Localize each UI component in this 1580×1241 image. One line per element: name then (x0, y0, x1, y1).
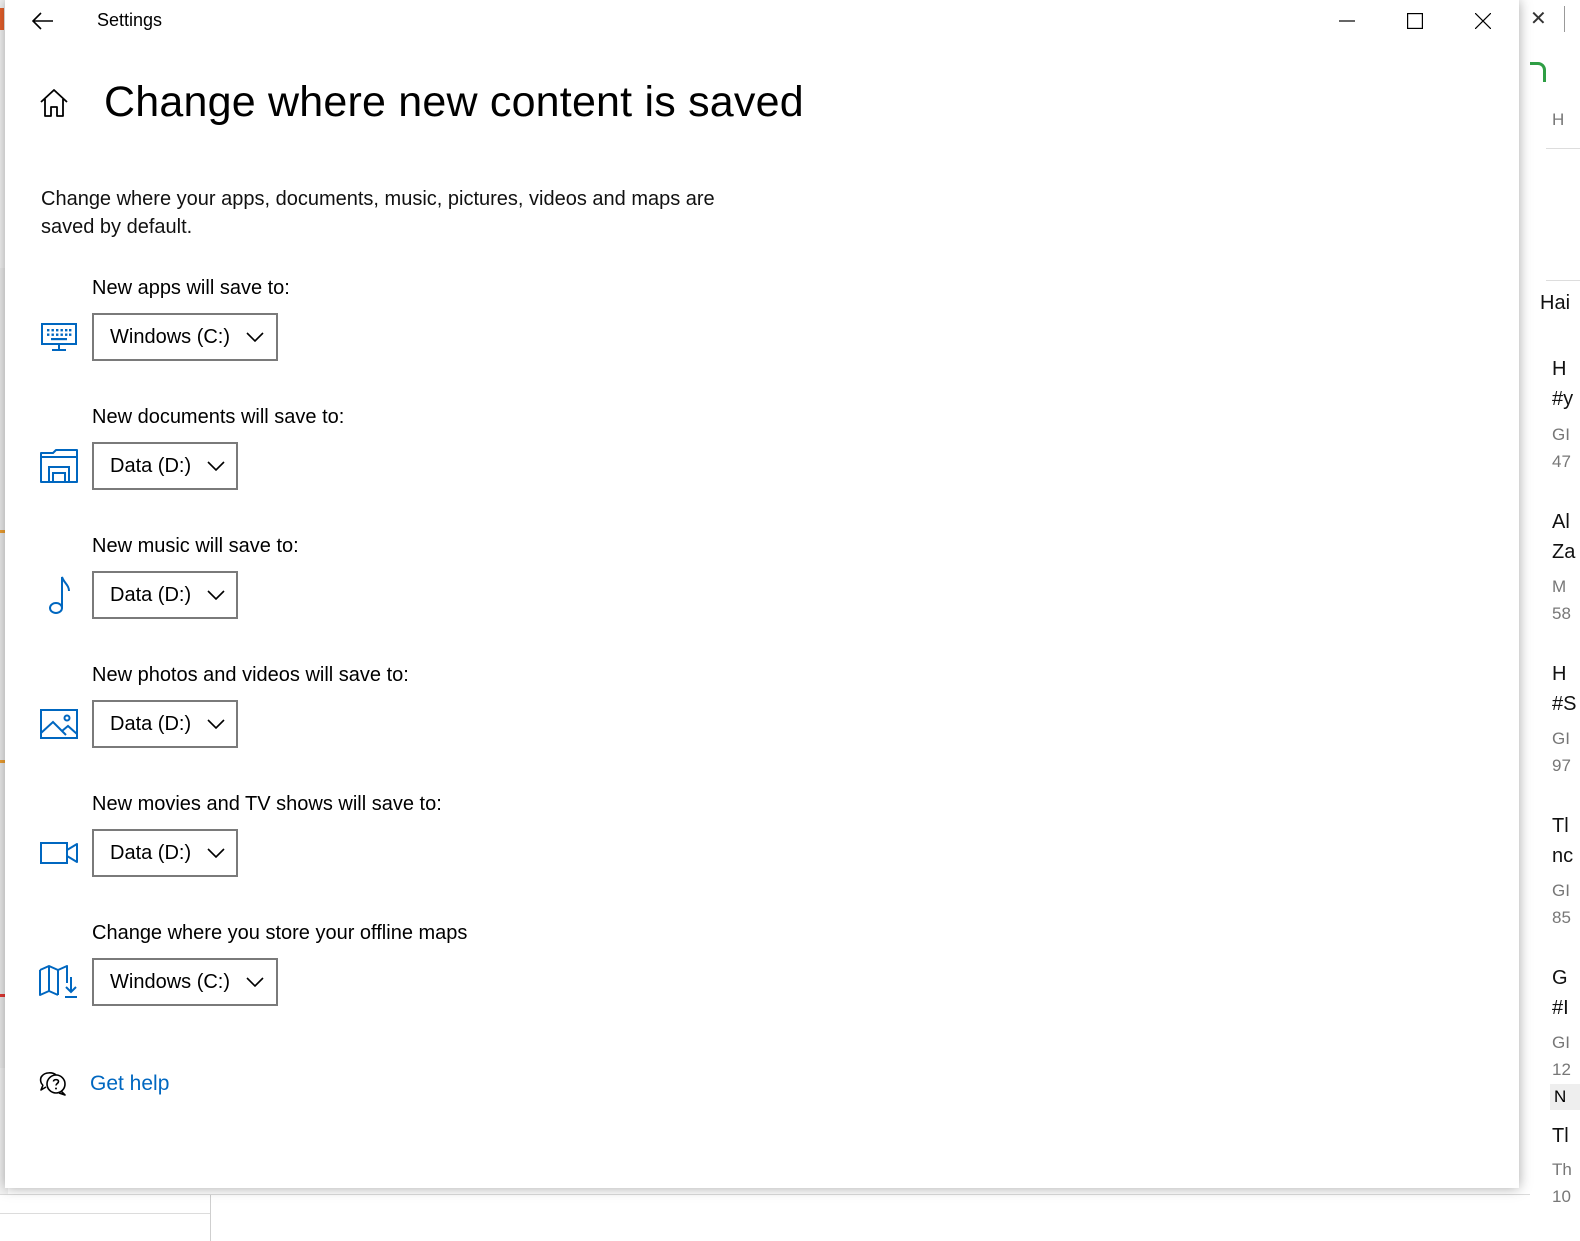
background-text: nc (1552, 845, 1574, 867)
apps-drive-dropdown[interactable]: Windows (C:) (92, 313, 278, 361)
background-text: M (1552, 577, 1567, 596)
background-text: Za (1552, 541, 1576, 563)
background-text: H (1552, 663, 1567, 685)
help-chat-icon (39, 1072, 66, 1096)
background-text: 58 (1552, 604, 1571, 623)
window-title: Settings (97, 10, 163, 30)
background-close-icon[interactable]: ✕ (1530, 6, 1547, 31)
background-text: #S (1552, 693, 1577, 715)
documents-save-label: New documents will save to: (92, 406, 345, 428)
background-divider (1546, 148, 1580, 149)
photos-drive-dropdown[interactable]: Data (D:) (92, 700, 238, 748)
music-note-icon (39, 575, 79, 615)
background-text: Tl (1552, 815, 1569, 837)
background-green-icon (1530, 62, 1546, 82)
background-text: Tl (1552, 1125, 1569, 1147)
background-text: H (1552, 358, 1567, 380)
chevron-down-icon (246, 332, 264, 342)
movies-drive-dropdown[interactable]: Data (D:) (92, 829, 238, 877)
documents-drive-value: Data (D:) (110, 454, 192, 477)
monitor-keyboard-icon (39, 317, 79, 357)
background-divider (1546, 280, 1580, 281)
apps-drive-value: Windows (C:) (110, 325, 231, 348)
home-icon (40, 89, 68, 117)
documents-drive-dropdown[interactable]: Data (D:) (92, 442, 238, 490)
music-drive-value: Data (D:) (110, 583, 192, 606)
chevron-down-icon (207, 719, 225, 729)
chevron-down-icon (207, 848, 225, 858)
movies-save-label: New movies and TV shows will save to: (92, 793, 442, 815)
get-help-link[interactable]: Get help (39, 1070, 169, 1098)
map-download-icon (39, 962, 79, 1002)
background-text: GI (1552, 729, 1570, 748)
back-arrow-icon (32, 12, 53, 30)
background-text: 97 (1552, 756, 1571, 775)
music-drive-dropdown[interactable]: Data (D:) (92, 571, 238, 619)
photos-save-location: New photos and videos will save to: Data… (5, 664, 805, 764)
background-text: #y (1552, 388, 1574, 410)
maximize-icon (1407, 13, 1423, 29)
back-button[interactable] (27, 6, 59, 36)
background-text: Hai (1540, 292, 1571, 314)
music-save-label: New music will save to: (92, 535, 299, 557)
get-help-label: Get help (90, 1072, 170, 1095)
background-accent (0, 8, 4, 30)
background-text: 47 (1552, 452, 1571, 471)
close-icon (1475, 13, 1491, 29)
background-text: GI (1552, 425, 1570, 444)
close-button[interactable] (1449, 0, 1517, 42)
video-camera-icon (39, 833, 79, 873)
background-text: 85 (1552, 908, 1571, 927)
settings-window: Settings Change where new content is sav… (5, 0, 1519, 1188)
background-text: #I (1552, 997, 1569, 1019)
background-text: GI (1552, 1033, 1570, 1052)
chevron-down-icon (246, 977, 264, 987)
background-text: Al (1552, 511, 1570, 533)
maps-save-label: Change where you store your offline maps (92, 922, 468, 944)
music-save-location: New music will save to: Data (D:) (5, 535, 805, 635)
page-description: Change where your apps, documents, music… (41, 188, 715, 238)
apps-save-label: New apps will save to: (92, 277, 290, 299)
background-badge: N (1550, 1084, 1580, 1110)
minimize-button[interactable] (1313, 0, 1381, 42)
background-window-right: ✕ H Hai H #y GI 47 Al Za M 58 H #S GI 97… (1530, 0, 1580, 1241)
background-text: 12 (1552, 1060, 1571, 1079)
movies-drive-value: Data (D:) (110, 841, 192, 864)
background-text: Th (1552, 1160, 1572, 1179)
chevron-down-icon (207, 590, 225, 600)
background-text: G (1552, 967, 1568, 989)
minimize-icon (1339, 20, 1355, 22)
maximize-button[interactable] (1381, 0, 1449, 42)
background-text: 10 (1552, 1187, 1571, 1206)
documents-save-location: New documents will save to: Data (D:) (5, 406, 805, 506)
maps-drive-value: Windows (C:) (110, 970, 231, 993)
background-divider (1564, 6, 1565, 32)
photos-save-label: New photos and videos will save to: (92, 664, 409, 686)
background-divider (0, 1213, 210, 1214)
folder-icon (39, 446, 79, 486)
chevron-down-icon (207, 461, 225, 471)
apps-save-location: New apps will save to: Windows (C:) (5, 277, 805, 377)
maps-drive-dropdown[interactable]: Windows (C:) (92, 958, 278, 1006)
photos-drive-value: Data (D:) (110, 712, 192, 735)
background-window-bottom (0, 1194, 1546, 1241)
background-text: GI (1552, 881, 1570, 900)
title-bar: Settings (5, 0, 1519, 42)
movies-save-location: New movies and TV shows will save to: Da… (5, 793, 805, 893)
background-text: H (1552, 110, 1565, 129)
maps-save-location: Change where you store your offline maps… (5, 922, 805, 1022)
page-title: Change where new content is saved (104, 78, 804, 126)
background-divider (210, 1195, 211, 1241)
picture-icon (39, 704, 79, 744)
home-button[interactable] (39, 88, 69, 123)
